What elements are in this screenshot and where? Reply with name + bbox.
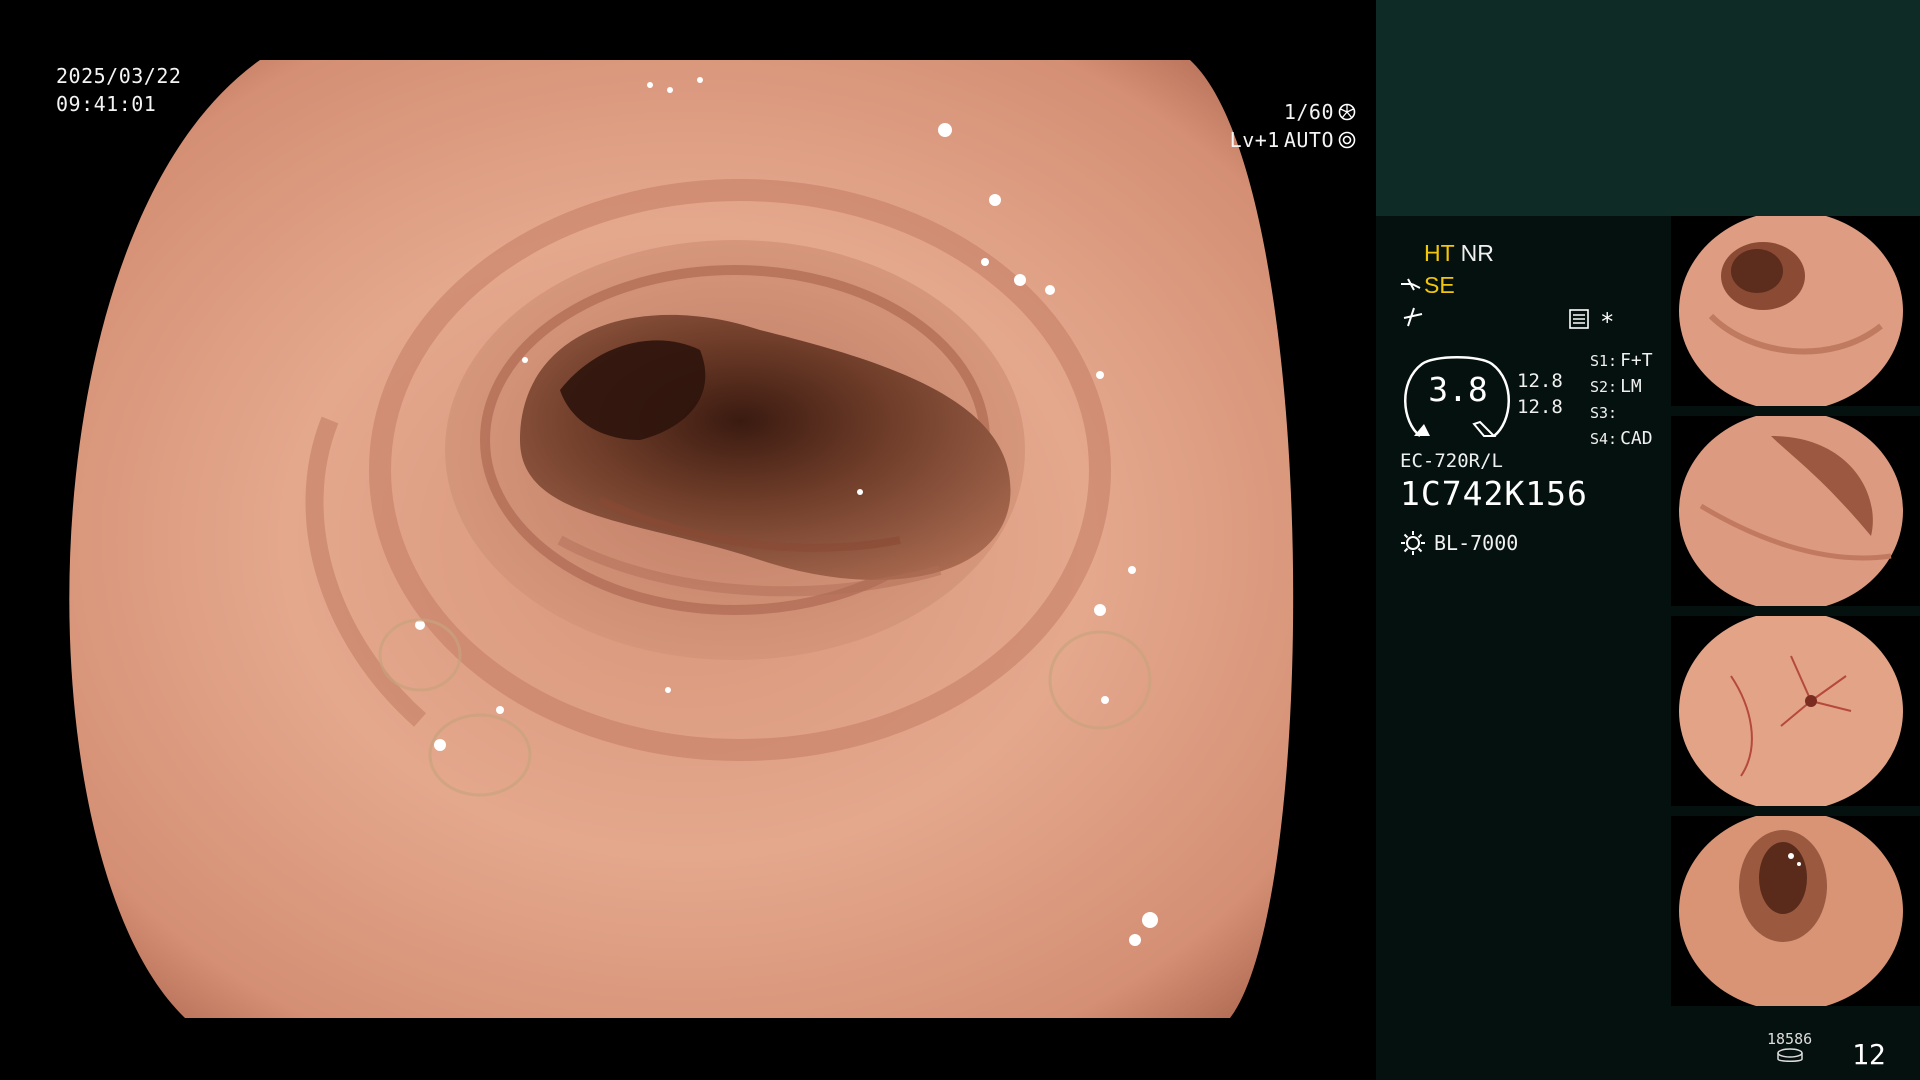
datetime-overlay: 2025/03/22 09:41:01 xyxy=(56,62,181,118)
s2-key: S2: xyxy=(1590,378,1618,396)
thumbnail-1[interactable] xyxy=(1671,216,1920,406)
thumbnail-image xyxy=(1679,816,1903,1006)
sidebar-header-area xyxy=(1376,0,1920,216)
shutter-text: 1/60 xyxy=(1283,100,1334,124)
thumbnail-3[interactable] xyxy=(1671,616,1920,806)
s1-value: F+T xyxy=(1620,350,1653,371)
storage-icon xyxy=(1776,1048,1803,1062)
level-text: Lv+1 xyxy=(1229,128,1280,152)
s1-key: S1: xyxy=(1590,352,1618,370)
switch-s3: S3: xyxy=(1590,400,1653,426)
se-line: SE xyxy=(1400,272,1455,299)
switch-s1: S1: F+T xyxy=(1590,348,1653,374)
gauge-bottom-value: 12.8 xyxy=(1517,396,1563,418)
thumbnail-image xyxy=(1679,616,1903,806)
thumbnail-image xyxy=(1679,416,1903,606)
exposure-overlay: 1/60 Lv+1 AUTO xyxy=(1230,98,1356,154)
gauge-value: 3.8 xyxy=(1428,370,1488,409)
light-source-icon xyxy=(1401,531,1425,555)
switch-s4: S4: CAD xyxy=(1590,426,1653,452)
capture-count: 18586 xyxy=(1767,1030,1813,1048)
gauge-top-value: 12.8 xyxy=(1517,370,1563,392)
switch-s2: S2: LM xyxy=(1590,374,1653,400)
s4-key: S4: xyxy=(1590,430,1618,448)
image-count: 12 xyxy=(1852,1038,1886,1071)
thumbnail-image xyxy=(1679,216,1903,406)
settings-list-icon xyxy=(1569,309,1589,329)
scope-serial: 1C742K156 xyxy=(1400,474,1588,513)
endoscopic-image xyxy=(69,60,1294,1018)
s2-value: LM xyxy=(1620,376,1642,397)
s3-key: S3: xyxy=(1590,404,1618,422)
thumbnail-2[interactable] xyxy=(1671,416,1920,606)
endoscope-view: 2025/03/22 09:41:01 1/60 Lv+1 AUTO xyxy=(0,0,1376,1080)
enhancement-icon xyxy=(1401,278,1421,290)
capture-counter: 18586 xyxy=(1767,1030,1812,1068)
ht-nr-line: HT NR xyxy=(1424,240,1494,267)
light-source-label: BL-7000 xyxy=(1434,531,1519,555)
light-gauge: 3.8 xyxy=(1400,352,1514,442)
light-source: BL-7000 xyxy=(1400,530,1518,556)
mode-text: AUTO xyxy=(1283,128,1334,152)
contrast-icon xyxy=(1403,307,1423,327)
thumbnail-4[interactable] xyxy=(1671,816,1920,1006)
s4-value: CAD xyxy=(1620,428,1653,449)
iris-icon xyxy=(1338,131,1356,149)
scope-model: EC-720R/L xyxy=(1400,450,1503,472)
se-label: SE xyxy=(1424,272,1455,298)
date-text: 2025/03/22 xyxy=(56,64,182,88)
gauge-readouts: 12.8 12.8 xyxy=(1517,368,1563,420)
settings-panel: HT NR SE * 3.8 12.8 12.8 S1: F+T S2: LM … xyxy=(1400,236,1690,596)
switch-assignments: S1: F+T S2: LM S3: S4: CAD xyxy=(1590,348,1653,452)
star-marker: * xyxy=(1600,308,1615,336)
nr-label: NR xyxy=(1460,240,1494,266)
time-text: 09:41:01 xyxy=(56,92,157,116)
ht-label: HT xyxy=(1424,240,1455,266)
shutter-icon xyxy=(1338,103,1356,121)
